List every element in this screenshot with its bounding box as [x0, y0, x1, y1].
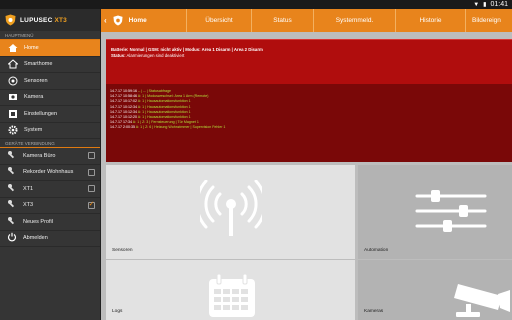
lupus-logo-icon	[5, 14, 16, 26]
tab-label: Status	[273, 17, 292, 24]
tab-status[interactable]: Status	[252, 9, 314, 32]
tab-label: Übersicht	[205, 17, 233, 24]
wrench-icon	[7, 150, 17, 162]
device-item-rekorder-wohnhaus[interactable]: Rekorder Wohnhaus	[0, 165, 100, 181]
event-log: 14.7.17 10:59:16 -- | -- | Statusabfrage…	[106, 84, 512, 162]
sidebar-item-system[interactable]: System	[0, 123, 100, 139]
security-camera-icon	[454, 284, 510, 317]
sidebar-item-home[interactable]: Home	[0, 40, 100, 57]
alarm-status-panel: Batterie: Normal | GSM: nicht aktiv | Mo…	[106, 39, 512, 86]
logout-label: Abmelden	[23, 235, 48, 242]
tile-label: Automation	[364, 248, 389, 253]
sidebar-item-label: Sensoren	[24, 77, 48, 84]
tab-label: Bildereign	[472, 17, 501, 24]
chevron-left-icon[interactable]: ‹	[104, 16, 107, 25]
wrench-icon	[7, 199, 17, 211]
lupus-logo-icon	[113, 15, 123, 26]
wrench-icon	[7, 183, 17, 195]
device-checkbox[interactable]	[88, 185, 95, 193]
device-label: Rekorder Wohnhaus	[23, 169, 74, 176]
log-entry: 14.7.17 2:00:35 A: 1 | Z: 6 | Heizung Wo…	[110, 125, 226, 130]
tile-label: Sensoren	[112, 248, 133, 253]
sidebar-item-label: System	[24, 127, 43, 134]
tab-home[interactable]: ‹ Home	[101, 9, 187, 32]
sidebar-item-kamera[interactable]: Kamera	[0, 90, 100, 106]
tile-label: Logs	[112, 309, 123, 314]
new-profile-item[interactable]: Neues Profil	[0, 214, 100, 231]
device-item-xt1[interactable]: XT1	[0, 181, 100, 198]
sidebar-item-label: Home	[24, 44, 39, 51]
status-line-status: Status: Alarmierungen sind deaktiviert	[111, 53, 185, 58]
gear-icon	[7, 125, 18, 136]
tab-bildereign[interactable]: Bildereign	[466, 9, 512, 32]
wrench-icon	[7, 216, 17, 228]
tile-automation[interactable]: Automation	[358, 165, 512, 259]
device-checkbox[interactable]	[88, 168, 95, 176]
tab-systemmeld[interactable]: Systemmeld.	[314, 9, 396, 32]
sidebar-item-einstellungen[interactable]: Einstellungen	[0, 106, 100, 123]
sidebar-item-smarthome[interactable]: Smarthome	[0, 57, 100, 73]
home-icon	[7, 42, 18, 53]
new-profile-label: Neues Profil	[23, 218, 53, 225]
section-header-devices: GERÄTE VERBINDUNG	[0, 139, 100, 148]
tile-label: Kameras	[364, 309, 384, 314]
app-header: LUPUSEC XT3	[0, 9, 100, 31]
app-title: LUPUSEC XT3	[20, 16, 67, 24]
sidebar-item-sensoren[interactable]: Sensoren	[0, 73, 100, 90]
tab-uebersicht[interactable]: Übersicht	[187, 9, 252, 32]
tab-label: Historie	[419, 17, 442, 24]
tile-kameras[interactable]: Kameras	[358, 260, 512, 320]
sidebar: LUPUSEC XT3 HAUPTMENÜ Home Smarthome Sen…	[0, 9, 101, 320]
device-checkbox[interactable]	[88, 152, 95, 160]
device-item-xt3[interactable]: XT3 ✓	[0, 198, 100, 214]
wrench-icon	[7, 166, 17, 178]
tab-historie[interactable]: Historie	[396, 9, 466, 32]
sensor-broadcast-icon	[200, 180, 262, 236]
device-item-kamera-buero[interactable]: Kamera Büro	[0, 148, 100, 165]
device-checkbox-checked[interactable]: ✓	[88, 201, 95, 209]
sidebar-item-label: Kamera	[24, 94, 44, 101]
home-outline-icon	[7, 59, 18, 70]
device-label: XT3	[23, 202, 34, 209]
device-label: Kamera Büro	[23, 152, 56, 159]
camera-icon	[7, 92, 18, 103]
device-label: XT1	[23, 185, 34, 192]
status-bar: ▼ ▮ 01:41	[0, 0, 512, 9]
sidebar-item-label: Einstellungen	[24, 110, 58, 117]
top-tab-bar: ‹ Home Übersicht Status Systemmeld. Hist…	[101, 9, 512, 32]
tab-label: Home	[128, 17, 147, 24]
settings-icon	[7, 108, 18, 119]
tile-logs[interactable]: Logs	[106, 260, 355, 320]
power-icon	[7, 232, 17, 244]
calendar-icon	[209, 274, 255, 317]
wifi-icon: ▼	[473, 1, 480, 8]
tab-label: Systemmeld.	[335, 17, 374, 24]
sliders-icon	[415, 190, 487, 232]
sensors-icon	[7, 75, 18, 86]
status-time: 01:41	[490, 1, 508, 8]
section-header-main: HAUPTMENÜ	[0, 31, 100, 40]
battery-icon: ▮	[483, 1, 487, 8]
tile-sensoren[interactable]: Sensoren	[106, 165, 355, 259]
logout-item[interactable]: Abmelden	[0, 231, 100, 247]
sidebar-item-label: Smarthome	[24, 61, 53, 68]
main-content: Batterie: Normal | GSM: nicht aktiv | Mo…	[101, 32, 512, 320]
